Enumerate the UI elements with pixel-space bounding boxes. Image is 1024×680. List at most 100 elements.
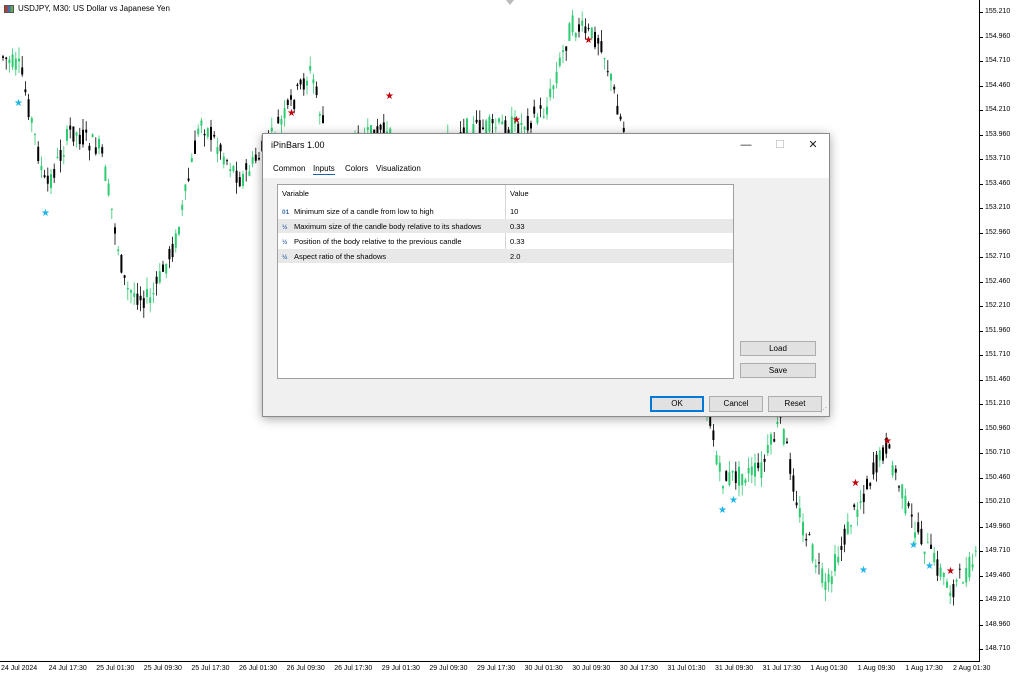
candle-body [101,147,104,154]
candle-body [962,582,964,584]
candle-body [485,120,488,134]
pinbar-star-icon: ★ [729,495,738,506]
candle-body [795,502,798,506]
tab-common[interactable]: Common [273,164,305,173]
price-label: 150.210 [985,498,1011,505]
candle-body [94,147,97,154]
candle-body [840,545,843,550]
table-row[interactable]: ½ Aspect ratio of the shadows 2.0 [278,249,733,263]
price-label: 154.960 [985,32,1011,40]
candle-body [552,85,555,90]
candle-body [149,297,152,304]
candle-body [43,175,46,178]
inputs-grid[interactable]: Variable Value 01 Minimum size of a candl… [277,184,734,379]
candle-body [306,80,308,86]
candle-body [760,462,763,478]
dialog-titlebar[interactable]: iPinBars 1.00 — ☐ ✕ [263,134,829,156]
header-value[interactable]: Value [510,189,529,198]
candle-body [603,58,606,60]
candle-body [2,56,4,58]
row-value[interactable]: 10 [510,207,518,216]
time-label: 26 Jul 17:30 [334,665,373,672]
cancel-button[interactable]: Cancel [709,396,763,412]
candle-body [878,450,881,461]
load-button[interactable]: Load [740,341,816,356]
close-icon[interactable]: ✕ [796,134,830,156]
price-tick [980,281,983,283]
candle-body [939,567,942,577]
candle-body [757,462,760,469]
resize-grip-icon[interactable]: ⋰ [820,406,827,414]
candle-body [290,95,292,100]
candle-body [318,113,321,116]
candle-body [562,50,564,52]
tab-colors[interactable]: Colors [345,164,368,173]
candle-body [712,430,715,440]
candle-body [715,455,718,465]
row-value[interactable]: 0.33 [510,237,525,246]
candle-body [315,86,318,96]
candle-body [782,429,785,445]
candle-body [82,129,84,145]
maximize-icon[interactable]: ☐ [763,134,797,156]
candle-body [542,116,545,118]
candle-body [754,462,756,477]
candle-body [248,171,251,176]
candle-body [747,467,750,474]
price-tick [980,355,983,356]
candle-body [46,175,49,184]
row-value[interactable]: 2.0 [510,252,520,261]
reset-button[interactable]: Reset [768,396,822,412]
candle-body [501,121,504,125]
row-variable: Maximum size of the candle body relative… [294,222,482,231]
pinbar-star-icon: ★ [584,35,593,46]
double-type-icon: ½ [282,239,288,246]
candle-body [190,158,193,163]
save-button[interactable]: Save [740,363,816,378]
pinbar-star-icon: ★ [883,436,892,447]
header-variable[interactable]: Variable [282,189,309,198]
row-value[interactable]: 0.33 [510,222,525,231]
candle-body [955,579,958,582]
price-axis[interactable]: 155.210 154.960 154.710 154.460 154.210 153.9… [980,0,1024,662]
candle-body [536,116,539,124]
candle-body [379,124,382,130]
price-label: 148.710 [985,645,1011,652]
candle-body [203,133,206,136]
table-row[interactable]: ½ Position of the body relative to the pr… [278,234,733,248]
ok-button[interactable]: OK [650,396,704,412]
price-tick [980,526,983,528]
tab-inputs[interactable]: Inputs [313,164,335,175]
candle-body [232,166,235,172]
chart-shift-marker-icon[interactable] [506,0,514,5]
candle-body [75,132,78,136]
price-label: 151.210 [985,400,1011,407]
candle-body [56,156,59,158]
candle-body [299,79,302,85]
candle-body [309,65,312,71]
tab-visualization[interactable]: Visualization [376,164,421,173]
candle-body [475,119,478,123]
candle-body [750,466,753,476]
candle-body [773,439,776,442]
candle-body [69,125,72,130]
time-label: 1 Aug 09:30 [857,665,896,672]
time-label: 26 Jul 01:30 [239,665,278,672]
price-tick [980,624,983,626]
price-label: 150.710 [985,449,1011,456]
time-axis[interactable]: 24 Jul 2024 24 Jul 17:30 25 Jul 01:30 25 Ju… [0,662,1024,680]
minimize-icon[interactable]: — [729,134,763,156]
candle-body [613,86,616,90]
pinbar-star-icon: ★ [718,505,727,516]
candle-body [725,471,728,481]
candle-body [219,144,222,152]
candle-body [798,507,801,518]
candle-body [904,495,907,514]
price-tick [980,453,983,454]
price-label: 150.460 [985,473,1011,481]
candle-body [923,551,926,555]
price-tick [980,404,983,405]
table-row[interactable]: ½ Maximum size of the candle body relativ… [278,219,733,233]
candle-body [920,528,923,545]
table-row[interactable]: 01 Minimum size of a candle from low to h… [278,204,733,218]
